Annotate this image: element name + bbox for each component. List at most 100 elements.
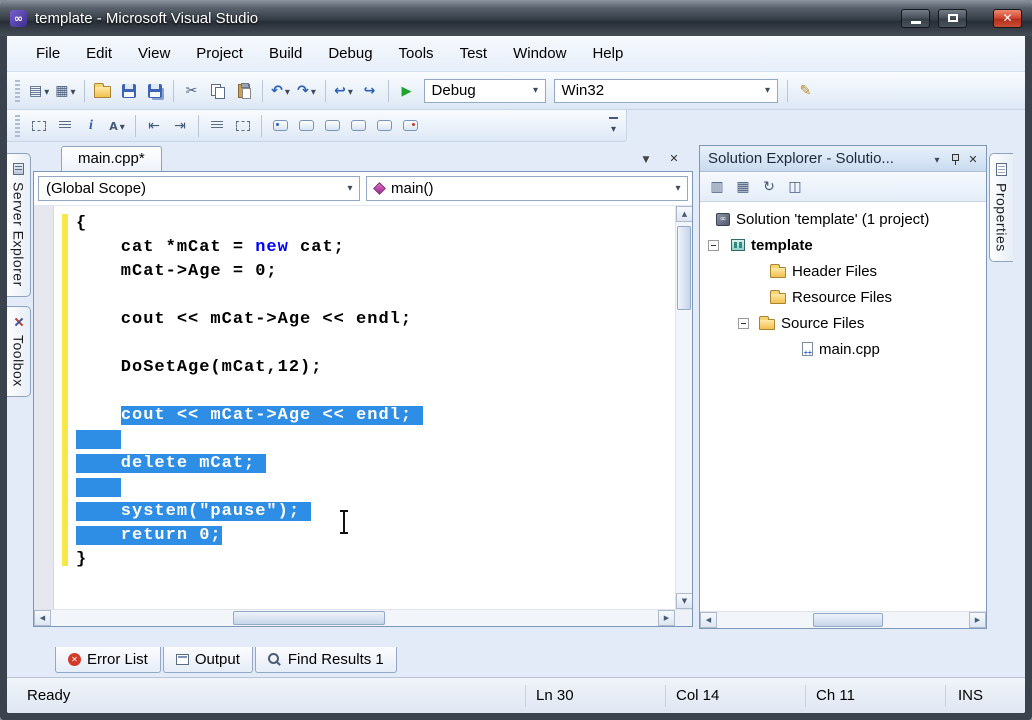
tab-server-explorer[interactable]: Server Explorer [7,153,31,297]
menu-view[interactable]: View [125,39,183,68]
indicator-margin[interactable] [34,206,54,609]
chevron-down-icon[interactable] [341,177,359,200]
code-editor[interactable]: { cat *mCat = new cat; mCat->Age = 0; co… [34,206,675,609]
tree-item-resource-files[interactable]: Resource Files [700,284,986,310]
code-segment[interactable]: mCat->Age = 0; [76,262,278,281]
tree-item-header-files[interactable]: Header Files [700,258,986,284]
code-line[interactable]: system("pause"); [76,500,675,524]
code-segment-selected[interactable]: system("pause"); [76,502,312,521]
code-line[interactable] [76,332,675,356]
menu-window[interactable]: Window [500,39,579,68]
minimize-button[interactable] [901,8,930,28]
code-line[interactable]: { [76,212,675,236]
horizontal-scroll-track[interactable] [51,610,658,626]
title-bar[interactable]: template - Microsoft Visual Studio [0,0,1032,36]
scroll-up-arrow[interactable] [676,206,692,222]
horizontal-scroll-thumb[interactable] [812,613,884,627]
tab-output[interactable]: Output [162,647,253,673]
code-line[interactable]: } [76,548,675,572]
code-segment-selected[interactable] [76,430,121,449]
previous-bookmark-button[interactable] [294,114,318,138]
increase-indent-button[interactable] [168,114,192,138]
chevron-down-icon[interactable] [759,80,777,102]
cut-button[interactable] [180,79,204,103]
solution-platforms-dropdown[interactable]: Win32 [553,78,778,103]
collapse-expander-icon[interactable] [708,239,719,251]
window-position-button[interactable] [928,150,946,168]
view-class-diagram-button[interactable] [784,176,806,198]
close-panel-button[interactable] [964,150,982,168]
menu-help[interactable]: Help [579,39,636,68]
code-line[interactable] [76,476,675,500]
code-segment[interactable]: cout << mCat->Age << endl; [76,310,412,329]
navigate-forward-button[interactable] [358,79,382,103]
solution-configurations-dropdown[interactable]: Debug [423,78,546,103]
tab-error-list[interactable]: Error List [55,647,161,673]
toggle-bookmark-button[interactable] [268,114,292,138]
active-files-dropdown-button[interactable] [637,149,655,167]
code-line[interactable] [76,428,675,452]
toolbar-options-button[interactable] [607,115,620,137]
word-completion-button[interactable] [105,114,129,138]
solution-explorer-title-bar[interactable]: Solution Explorer - Solutio... [700,146,986,172]
toolbar-gripper[interactable] [15,79,20,102]
next-bookmark-in-folder-button[interactable] [372,114,396,138]
horizontal-scroll-track[interactable] [717,612,969,628]
code-segment[interactable]: } [76,550,87,569]
tab-toolbox[interactable]: Toolbox [7,305,31,397]
chevron-down-icon[interactable] [669,177,687,200]
code-segment[interactable]: DoSetAge(mCat,12); [76,358,322,377]
horizontal-scroll-thumb[interactable] [233,611,385,625]
menu-build[interactable]: Build [256,39,315,68]
comment-selection-button[interactable] [205,114,229,138]
tree-item-solution[interactable]: Solution 'template' (1 project) [700,206,986,232]
code-segment[interactable]: cat; [289,238,345,257]
code-segment-selected[interactable]: cout << mCat->Age << endl; [120,406,424,425]
quick-info-button[interactable] [79,114,103,138]
collapse-expander-icon[interactable] [738,317,749,329]
save-button[interactable] [117,79,141,103]
tree-item-source-files[interactable]: Source Files [700,310,986,336]
new-project-button[interactable] [27,79,51,103]
refresh-button[interactable] [758,176,780,198]
paste-button[interactable] [232,79,256,103]
member-dropdown[interactable]: main() [366,176,688,201]
tree-item-main-cpp[interactable]: main.cpp [700,336,986,362]
tab-properties[interactable]: Properties [989,153,1013,262]
toolbar-gripper[interactable] [15,114,20,137]
open-file-button[interactable] [91,79,115,103]
horizontal-scrollbar[interactable] [34,609,692,626]
navigate-backward-button[interactable] [332,79,356,103]
vertical-scroll-track[interactable] [676,222,692,593]
code-line[interactable]: delete mCat; [76,452,675,476]
menu-test[interactable]: Test [447,39,501,68]
redo-button[interactable] [295,79,319,103]
previous-bookmark-in-folder-button[interactable] [346,114,370,138]
find-in-files-button[interactable] [794,79,818,103]
show-all-files-button[interactable] [732,176,754,198]
code-line[interactable]: mCat->Age = 0; [76,260,675,284]
code-line[interactable] [76,380,675,404]
chevron-down-icon[interactable] [527,80,545,102]
menu-tools[interactable]: Tools [386,39,447,68]
maximize-button[interactable] [938,8,967,28]
code-segment-selected[interactable]: delete mCat; [76,454,267,473]
code-line[interactable]: cout << mCat->Age << endl; [76,308,675,332]
parameter-info-button[interactable] [53,114,77,138]
scroll-left-arrow[interactable] [34,610,51,626]
tab-main-cpp[interactable]: main.cpp* [61,146,162,171]
next-bookmark-button[interactable] [320,114,344,138]
scroll-left-arrow[interactable] [700,612,717,628]
menu-debug[interactable]: Debug [315,39,385,68]
menu-file[interactable]: File [23,39,73,68]
vertical-scroll-thumb[interactable] [677,226,691,310]
code-segment[interactable]: { [76,214,87,233]
menu-project[interactable]: Project [183,39,256,68]
undo-button[interactable] [269,79,293,103]
add-new-item-button[interactable] [53,79,77,103]
save-all-button[interactable] [143,79,167,103]
display-member-list-button[interactable] [27,114,51,138]
scroll-right-arrow[interactable] [969,612,986,628]
code-segment[interactable]: cat *mCat = [76,238,255,257]
code-segment[interactable] [76,406,121,425]
